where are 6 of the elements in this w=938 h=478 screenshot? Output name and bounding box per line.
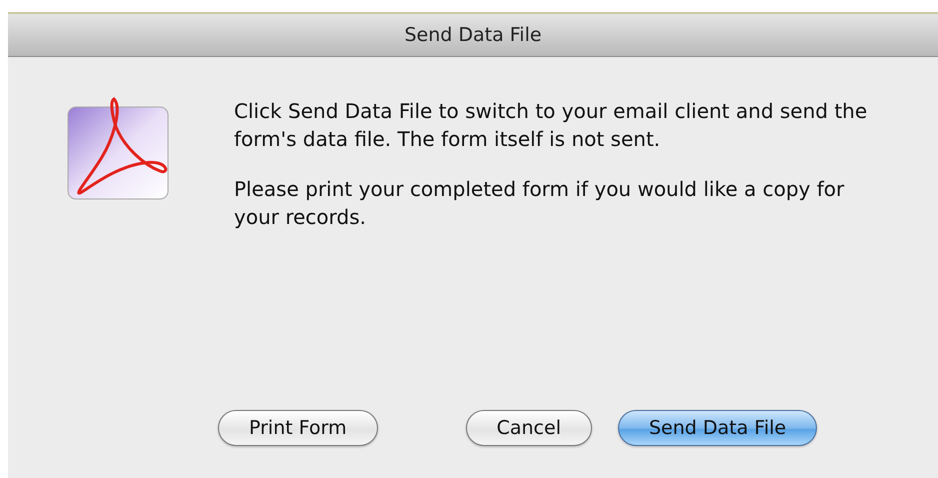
dialog-button[interactable]: Cancel [466,410,592,446]
dialog-button[interactable]: Print Form [218,410,378,446]
dialog-button[interactable]: Send Data File [618,410,818,446]
message-text: Click Send Data File to switch to your email client and send the form's data file. The form itself is not sent. [234,98,868,153]
window-title: Send Data File [8,14,938,57]
message-text: Please print your completed form if you would like a copy for your records. [234,176,846,231]
